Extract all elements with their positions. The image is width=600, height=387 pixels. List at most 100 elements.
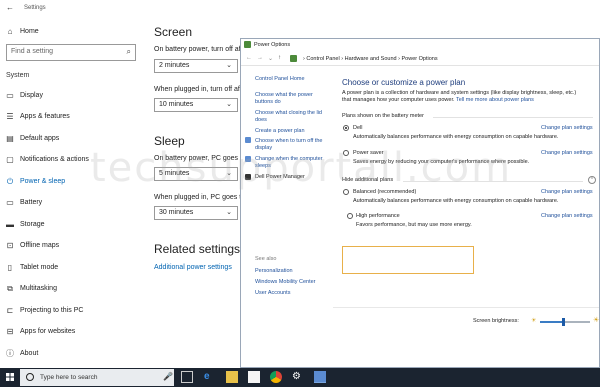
edge-icon[interactable]: e bbox=[204, 371, 216, 383]
power-main-pane: Choose or customize a power plan A power… bbox=[333, 67, 599, 367]
nav-label: Projecting to this PC bbox=[20, 307, 84, 314]
taskbar-search[interactable]: Type here to search 🎤 bbox=[20, 369, 174, 386]
additional-power-settings-link[interactable]: Additional power settings bbox=[154, 264, 232, 271]
breadcrumb-item[interactable]: Hardware and Sound bbox=[345, 56, 397, 62]
websites-icon: ⊟ bbox=[6, 327, 14, 336]
nav-about[interactable]: ⓘ About bbox=[0, 343, 148, 364]
change-plan-settings-power-saver[interactable]: Change plan settings bbox=[541, 150, 593, 156]
category-label: System bbox=[6, 72, 30, 79]
nav-label: Offline maps bbox=[20, 242, 60, 249]
create-plan-link[interactable]: Create a power plan bbox=[255, 128, 329, 135]
power-options-window: Power Options ← → ⌄ ↑ › Control Panel › … bbox=[240, 38, 600, 368]
plan-desc-balanced: Automatically balances performance with … bbox=[353, 198, 559, 204]
chevron-down-icon: ⌄ bbox=[226, 101, 232, 108]
nav-label: Display bbox=[20, 92, 43, 99]
dropdown-value: 2 minutes bbox=[159, 62, 190, 69]
about-icon: ⓘ bbox=[6, 349, 14, 358]
nav-home[interactable]: ⌂ Home bbox=[0, 21, 148, 42]
maps-icon: ⊡ bbox=[6, 241, 14, 250]
power-plans-help-link[interactable]: Tell me more about power plans bbox=[456, 97, 534, 103]
dropdown-value: 30 minutes bbox=[159, 209, 194, 216]
dropdown-value: 10 minutes bbox=[159, 101, 194, 108]
nav-battery[interactable]: ▭ Battery bbox=[0, 192, 148, 213]
nav-label: Default apps bbox=[20, 135, 60, 142]
find-setting-input[interactable]: Find a setting ⌕ bbox=[6, 44, 136, 61]
user-accounts-link[interactable]: User Accounts bbox=[255, 290, 329, 297]
up-icon[interactable]: ↑ bbox=[278, 55, 281, 61]
breadcrumb-item[interactable]: Control Panel bbox=[306, 56, 339, 62]
breadcrumb-item[interactable]: Power Options bbox=[402, 56, 438, 62]
nav-tablet-mode[interactable]: ▯ Tablet mode bbox=[0, 257, 148, 278]
control-panel-icon[interactable] bbox=[314, 371, 326, 383]
taskbar-search-text: Type here to search bbox=[40, 374, 98, 381]
screen-brightness-label: Screen brightness: bbox=[473, 318, 519, 324]
nav-display[interactable]: ▭ Display bbox=[0, 85, 148, 106]
microphone-icon[interactable]: 🎤 bbox=[163, 372, 173, 381]
nav-label: Battery bbox=[20, 199, 43, 206]
high-performance-highlight bbox=[342, 246, 474, 274]
page-title: Choose or customize a power plan bbox=[342, 78, 466, 87]
power-titlebar: Power Options bbox=[241, 39, 599, 52]
file-explorer-icon[interactable] bbox=[226, 371, 238, 383]
plan-radio-dell[interactable] bbox=[343, 125, 349, 131]
personalization-link[interactable]: Personalization bbox=[255, 268, 329, 275]
address-bar[interactable]: ← → ⌄ ↑ › Control Panel › Hardware and S… bbox=[241, 52, 599, 66]
change-plan-settings-balanced[interactable]: Change plan settings bbox=[541, 189, 593, 195]
nav-multitasking[interactable]: ⧉ Multitasking bbox=[0, 278, 148, 299]
back-icon[interactable]: ← bbox=[246, 55, 252, 61]
divider bbox=[333, 307, 599, 308]
closing-lid-link[interactable]: Choose what closing the lid does bbox=[255, 110, 329, 124]
home-icon: ⌂ bbox=[7, 27, 13, 36]
dim-sun-icon: ☀ bbox=[531, 318, 537, 324]
dropdown-icon[interactable]: ⌄ bbox=[268, 55, 273, 62]
display-icon: ▭ bbox=[6, 91, 14, 100]
forward-icon[interactable]: → bbox=[257, 55, 263, 61]
shield-icon bbox=[245, 137, 251, 143]
plan-name-high-performance: High performance bbox=[356, 213, 400, 219]
store-icon[interactable] bbox=[248, 371, 260, 383]
nav-apps-features[interactable]: ☰ Apps & features bbox=[0, 106, 148, 127]
screen-battery-label: On battery power, turn off aft bbox=[154, 46, 243, 53]
nav-label: Multitasking bbox=[20, 285, 57, 292]
power-plan-description: A power plan is a collection of hardware… bbox=[342, 90, 582, 104]
change-plan-settings-high-performance[interactable]: Change plan settings bbox=[541, 213, 593, 219]
brightness-slider-thumb[interactable] bbox=[561, 318, 565, 326]
multitasking-icon: ⧉ bbox=[7, 283, 13, 293]
screen-battery-dropdown[interactable]: 2 minutes ⌄ bbox=[154, 59, 238, 73]
nav-apps-websites[interactable]: ⊟ Apps for websites bbox=[0, 321, 148, 342]
nav-label: Apps & features bbox=[20, 113, 70, 120]
settings-icon[interactable]: ⚙ bbox=[292, 371, 304, 383]
change-plan-settings-dell[interactable]: Change plan settings bbox=[541, 125, 593, 131]
nav-label: Apps for websites bbox=[20, 328, 76, 335]
screen-plugged-label: When plugged in, turn off afte bbox=[154, 86, 246, 93]
sleep-plugged-label: When plugged in, PC goes to bbox=[154, 194, 246, 201]
power-buttons-link[interactable]: Choose what the power buttons do bbox=[255, 92, 329, 106]
sleep-plugged-dropdown[interactable]: 30 minutes ⌄ bbox=[154, 206, 238, 220]
notifications-icon: ▢ bbox=[6, 155, 14, 164]
see-also-label: See also bbox=[255, 256, 277, 262]
plan-radio-high-performance[interactable] bbox=[347, 213, 353, 219]
task-view-icon[interactable] bbox=[181, 371, 193, 383]
storage-icon: ▬ bbox=[6, 220, 14, 229]
mobility-center-link[interactable]: Windows Mobility Center bbox=[255, 279, 329, 286]
screen-plugged-dropdown[interactable]: 10 minutes ⌄ bbox=[154, 98, 238, 112]
plan-desc-dell: Automatically balances performance with … bbox=[353, 134, 559, 140]
plan-name-dell: Dell bbox=[353, 125, 363, 131]
default-apps-icon: ▤ bbox=[6, 134, 14, 143]
nav-label: Power & sleep bbox=[20, 178, 66, 185]
windows-start-icon[interactable] bbox=[6, 373, 14, 381]
bright-sun-icon: ☀ bbox=[593, 317, 600, 324]
tablet-icon: ▯ bbox=[7, 263, 13, 272]
nav-projecting[interactable]: ⊏ Projecting to this PC bbox=[0, 300, 148, 321]
chrome-icon[interactable] bbox=[270, 371, 282, 383]
back-arrow-icon[interactable]: ← bbox=[6, 3, 14, 12]
nav-offline-maps[interactable]: ⊡ Offline maps bbox=[0, 235, 148, 256]
screen-heading: Screen bbox=[154, 25, 193, 39]
settings-titlebar: ← Settings bbox=[0, 0, 600, 17]
chevron-up-icon[interactable]: ⌃ bbox=[588, 176, 596, 184]
search-icon: ⌕ bbox=[126, 47, 131, 56]
cortana-icon bbox=[26, 373, 34, 381]
nav-storage[interactable]: ▬ Storage bbox=[0, 214, 148, 235]
settings-title: Settings bbox=[24, 5, 46, 11]
control-panel-home-link[interactable]: Control Panel Home bbox=[255, 76, 329, 83]
